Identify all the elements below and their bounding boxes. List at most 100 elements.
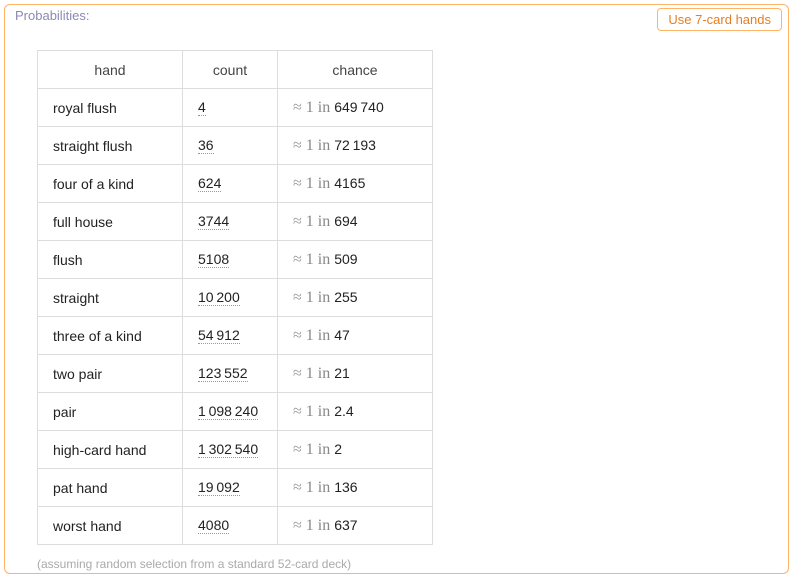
odds-value: 2 [334,441,342,457]
hand-name-cell: high-card hand [38,431,183,469]
chance-cell: ≈ 1 in 2.4 [278,393,433,431]
approx-symbol: ≈ [293,479,302,496]
one-in-label: 1 in [306,289,330,306]
count-cell: 5108 [183,241,278,279]
count-cell: 36 [183,127,278,165]
use-7-card-hands-button[interactable]: Use 7-card hands [657,8,782,31]
odds-value: 637 [334,517,357,533]
count-value[interactable]: 1 302 540 [198,441,258,458]
hand-name-cell: worst hand [38,507,183,545]
approx-symbol: ≈ [293,365,302,382]
approx-symbol: ≈ [293,403,302,420]
table-row: royal flush 4 ≈ 1 in 649 740 [38,89,433,127]
count-cell: 4080 [183,507,278,545]
hand-name-cell: pair [38,393,183,431]
one-in-label: 1 in [306,327,330,344]
chance-cell: ≈ 1 in 694 [278,203,433,241]
count-cell: 4 [183,89,278,127]
chance-cell: ≈ 1 in 47 [278,317,433,355]
one-in-label: 1 in [306,251,330,268]
odds-value: 255 [334,289,357,305]
hand-name-cell: full house [38,203,183,241]
approx-symbol: ≈ [293,137,302,154]
count-value[interactable]: 4080 [198,517,229,534]
panel-title: Probabilities: [15,7,89,25]
one-in-label: 1 in [306,517,330,534]
odds-value: 2.4 [334,403,353,419]
chance-cell: ≈ 1 in 2 [278,431,433,469]
count-value[interactable]: 4 [198,99,206,116]
count-cell: 3744 [183,203,278,241]
table-row: straight flush 36 ≈ 1 in 72 193 [38,127,433,165]
table-header-row: hand count chance [38,51,433,89]
table-row: high-card hand 1 302 540 ≈ 1 in 2 [38,431,433,469]
approx-symbol: ≈ [293,213,302,230]
col-hand: hand [38,51,183,89]
hand-name-cell: four of a kind [38,165,183,203]
table-container: hand count chance royal flush 4 ≈ 1 in 649… [5,32,788,545]
count-cell: 123 552 [183,355,278,393]
one-in-label: 1 in [306,137,330,154]
odds-value: 72 193 [334,137,376,153]
count-value[interactable]: 624 [198,175,221,192]
odds-value: 47 [334,327,350,343]
chance-cell: ≈ 1 in 649 740 [278,89,433,127]
table-row: worst hand 4080 ≈ 1 in 637 [38,507,433,545]
chance-cell: ≈ 1 in 72 193 [278,127,433,165]
chance-cell: ≈ 1 in 21 [278,355,433,393]
chance-cell: ≈ 1 in 255 [278,279,433,317]
panel-header: Probabilities: Use 7-card hands [5,5,788,32]
table-row: four of a kind 624 ≈ 1 in 4165 [38,165,433,203]
odds-value: 21 [334,365,350,381]
chance-cell: ≈ 1 in 637 [278,507,433,545]
hand-name-cell: flush [38,241,183,279]
one-in-label: 1 in [306,213,330,230]
count-value[interactable]: 123 552 [198,365,248,382]
chance-cell: ≈ 1 in 4165 [278,165,433,203]
table-row: pair 1 098 240 ≈ 1 in 2.4 [38,393,433,431]
one-in-label: 1 in [306,479,330,496]
hand-name-cell: straight flush [38,127,183,165]
count-value[interactable]: 3744 [198,213,229,230]
approx-symbol: ≈ [293,289,302,306]
count-value[interactable]: 10 200 [198,289,240,306]
approx-symbol: ≈ [293,251,302,268]
approx-symbol: ≈ [293,441,302,458]
col-chance: chance [278,51,433,89]
table-row: pat hand 19 092 ≈ 1 in 136 [38,469,433,507]
one-in-label: 1 in [306,403,330,420]
one-in-label: 1 in [306,99,330,116]
approx-symbol: ≈ [293,327,302,344]
count-cell: 19 092 [183,469,278,507]
table-row: full house 3744 ≈ 1 in 694 [38,203,433,241]
count-value[interactable]: 36 [198,137,214,154]
chance-cell: ≈ 1 in 136 [278,469,433,507]
one-in-label: 1 in [306,175,330,192]
chance-cell: ≈ 1 in 509 [278,241,433,279]
col-count: count [183,51,278,89]
count-cell: 10 200 [183,279,278,317]
odds-value: 4165 [334,175,365,191]
count-cell: 1 302 540 [183,431,278,469]
table-row: flush 5108 ≈ 1 in 509 [38,241,433,279]
hand-name-cell: pat hand [38,469,183,507]
count-value[interactable]: 1 098 240 [198,403,258,420]
probabilities-panel: Probabilities: Use 7-card hands hand cou… [4,4,789,574]
table-row: two pair123 552≈ 1 in 21 [38,355,433,393]
count-cell: 624 [183,165,278,203]
odds-value: 694 [334,213,357,229]
one-in-label: 1 in [306,365,330,382]
approx-symbol: ≈ [293,99,302,116]
odds-value: 136 [334,479,357,495]
odds-value: 509 [334,251,357,267]
hand-name-cell: three of a kind [38,317,183,355]
approx-symbol: ≈ [293,517,302,534]
hand-name-cell: royal flush [38,89,183,127]
count-value[interactable]: 19 092 [198,479,240,496]
table-row: three of a kind 54 912 ≈ 1 in 47 [38,317,433,355]
count-value[interactable]: 5108 [198,251,229,268]
hand-name-cell: straight [38,279,183,317]
count-value[interactable]: 54 912 [198,327,240,344]
count-cell: 1 098 240 [183,393,278,431]
probabilities-table: hand count chance royal flush 4 ≈ 1 in 649… [37,50,433,545]
